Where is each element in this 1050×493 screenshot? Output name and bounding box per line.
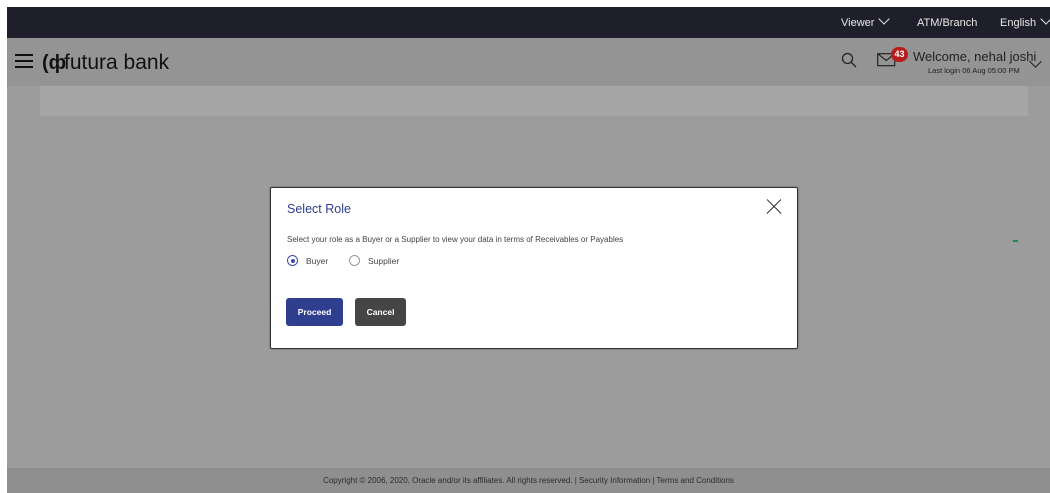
chevron-down-icon [878, 13, 891, 25]
viewer-menu[interactable]: Viewer [841, 13, 891, 29]
last-login-text: Last login 06 Aug 05:00 PM [928, 66, 1020, 75]
brand-name: futura bank [64, 51, 170, 74]
app-header: (ф futura bank 43 Welcome, nehal joshi L… [7, 38, 1050, 86]
language-menu[interactable]: English [1000, 13, 1050, 29]
top-utility-bar: Viewer ATM/Branch English [7, 7, 1050, 38]
atm-branch-link[interactable]: ATM/Branch [917, 17, 977, 29]
proceed-button[interactable]: Proceed [286, 298, 343, 326]
close-icon[interactable] [766, 199, 782, 215]
welcome-text[interactable]: Welcome, nehal joshi [913, 49, 1036, 64]
logo-mark-icon: (ф [42, 52, 67, 74]
status-indicator [1013, 240, 1018, 242]
dialog-description: Select your role as a Buyer or a Supplie… [287, 235, 624, 244]
language-label: English [1000, 17, 1037, 29]
buyer-radio-label[interactable]: Buyer [306, 256, 328, 266]
content-placeholder [40, 86, 1028, 116]
select-role-dialog: Select Role Select your role as a Buyer … [270, 187, 798, 349]
supplier-radio-label[interactable]: Supplier [368, 256, 399, 266]
page-footer: Copyright © 2006, 2020, Oracle and/or it… [7, 468, 1050, 493]
dialog-title: Select Role [287, 202, 351, 216]
viewer-label: Viewer [841, 17, 875, 29]
buyer-radio[interactable] [287, 255, 298, 266]
app-frame: Viewer ATM/Branch English (ф futura bank… [7, 7, 1050, 493]
copyright-text: Copyright © 2006, 2020, Oracle and/or it… [323, 476, 734, 485]
supplier-radio[interactable] [349, 255, 360, 266]
mail-count-badge: 43 [891, 47, 908, 62]
chevron-down-icon [1040, 13, 1050, 25]
search-icon[interactable] [841, 52, 857, 70]
hamburger-icon[interactable] [15, 54, 33, 68]
cancel-button[interactable]: Cancel [355, 298, 406, 326]
